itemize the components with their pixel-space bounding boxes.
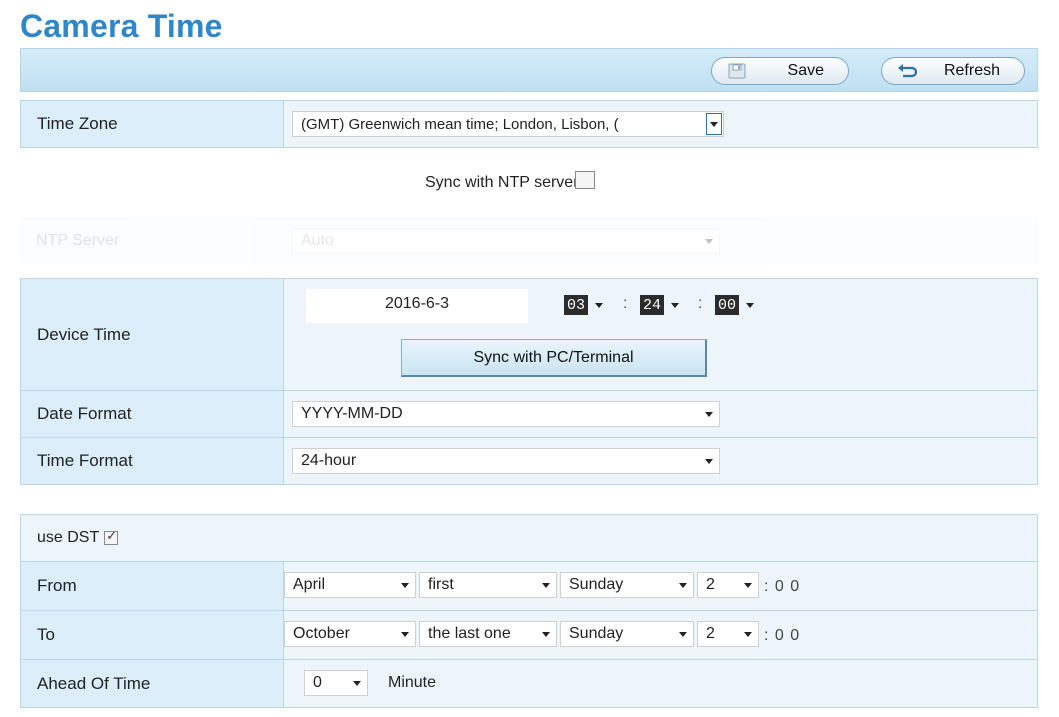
chevron-down-icon	[353, 681, 361, 686]
time-zone-row: Time Zone (GMT) Greenwich mean time; Lon…	[21, 101, 1037, 147]
time-zone-select[interactable]: (GMT) Greenwich mean time; London, Lisbo…	[292, 111, 724, 137]
chevron-down-icon	[744, 583, 752, 588]
minute-stepper[interactable]: 24	[640, 293, 680, 317]
chevron-down-icon	[744, 632, 752, 637]
dst-to-label: To	[21, 611, 284, 659]
toolbar: Save Refresh	[20, 48, 1038, 92]
chevron-down-icon	[746, 302, 755, 308]
from-month-select[interactable]: April	[284, 572, 416, 598]
device-time-row: Device Time 2016-6-3 03 : 24 : 00 Sync w…	[21, 279, 1037, 390]
time-format-label: Time Format	[21, 438, 284, 484]
device-time-value-cell: 2016-6-3 03 : 24 : 00 Sync with PC/Termi…	[284, 279, 1037, 390]
time-colon: :	[623, 295, 628, 312]
chevron-down-icon	[595, 302, 604, 308]
refresh-label: Refresh	[943, 62, 1000, 79]
time-zone-label: Time Zone	[21, 101, 284, 147]
ntp-sync-checkbox[interactable]	[574, 171, 595, 189]
from-minute-suffix: : 0 0	[764, 578, 801, 595]
date-value: 2016-6-3	[384, 295, 450, 312]
date-input[interactable]: 2016-6-3	[306, 289, 528, 323]
second-stepper[interactable]: 00	[715, 293, 755, 317]
chevron-down-icon	[679, 583, 687, 588]
to-week-value: the last one	[428, 625, 511, 642]
refresh-button[interactable]: Refresh	[881, 57, 1025, 85]
dst-from-row: From April first Sunday 2 : 0 0	[21, 561, 1037, 610]
ntp-sync-label: Sync with NTP server	[425, 174, 579, 191]
to-month-value: October	[293, 625, 350, 642]
dst-to-row: To October the last one Sunday 2 : 0 0	[21, 610, 1037, 659]
sync-pc-button[interactable]: Sync with PC/Terminal	[401, 339, 707, 377]
save-button[interactable]: Save	[711, 57, 849, 85]
hour-value: 03	[564, 295, 589, 315]
page-title: Camera Time	[20, 8, 223, 44]
ahead-of-time-value-cell: 0 Minute	[284, 660, 1037, 707]
chevron-down-icon	[705, 239, 713, 244]
ntp-sync-row: Sync with NTP server	[425, 171, 595, 192]
date-format-value-cell: YYYY-MM-DD	[284, 391, 1037, 437]
time-colon: :	[698, 295, 703, 312]
ahead-minutes-value: 0	[313, 674, 322, 691]
dst-section: use DST From April first Sunday 2 : 0 0	[20, 514, 1038, 708]
time-format-value: 24-hour	[301, 452, 357, 469]
chevron-down-icon	[705, 412, 713, 417]
to-day-select[interactable]: Sunday	[560, 621, 694, 647]
use-dst-checkbox[interactable]	[104, 529, 119, 545]
from-month-value: April	[293, 576, 326, 593]
time-zone-value: (GMT) Greenwich mean time; London, Lisbo…	[301, 115, 619, 133]
to-hour-select[interactable]: 2	[697, 621, 759, 647]
from-week-value: first	[428, 576, 454, 593]
ahead-minutes-select[interactable]: 0	[304, 670, 368, 696]
ahead-of-time-label: Ahead Of Time	[21, 660, 284, 707]
to-minute-suffix: : 0 0	[764, 627, 801, 644]
minute-value: 24	[640, 295, 665, 315]
from-day-select[interactable]: Sunday	[560, 572, 694, 598]
ntp-server-row: NTP Server Auto	[20, 217, 1038, 265]
time-format-value-cell: 24-hour	[284, 438, 1037, 484]
dst-to-value-cell: October the last one Sunday 2 : 0 0	[284, 611, 1037, 659]
dst-from-label: From	[21, 562, 284, 610]
second-value: 00	[715, 295, 740, 315]
from-week-select[interactable]: first	[419, 572, 557, 598]
refresh-arrow-icon	[896, 62, 918, 80]
ntp-server-value: Auto	[301, 232, 334, 249]
ahead-of-time-row: Ahead Of Time 0 Minute	[21, 659, 1037, 707]
from-hour-select[interactable]: 2	[697, 572, 759, 598]
time-zone-value-cell: (GMT) Greenwich mean time; London, Lisbo…	[284, 101, 1037, 147]
to-week-select[interactable]: the last one	[419, 621, 557, 647]
ahead-unit-label: Minute	[388, 674, 437, 691]
date-format-row: Date Format YYYY-MM-DD	[21, 390, 1037, 437]
chevron-down-icon	[705, 459, 713, 464]
save-label: Save	[787, 62, 824, 79]
time-zone-section: Time Zone (GMT) Greenwich mean time; Lon…	[20, 100, 1038, 148]
from-day-value: Sunday	[569, 576, 624, 593]
chevron-down-icon	[671, 302, 680, 308]
chevron-down-icon	[706, 113, 722, 135]
chevron-down-icon	[401, 583, 409, 588]
hour-stepper[interactable]: 03	[564, 293, 604, 317]
to-day-value: Sunday	[569, 625, 624, 642]
dst-from-value-cell: April first Sunday 2 : 0 0	[284, 562, 1037, 610]
use-dst-label: use DST	[37, 529, 100, 546]
to-hour-value: 2	[706, 625, 715, 642]
floppy-disk-icon	[726, 62, 748, 80]
ntp-server-select[interactable]: Auto	[292, 228, 720, 254]
to-month-select[interactable]: October	[284, 621, 416, 647]
chevron-down-icon	[679, 632, 687, 637]
ntp-server-label: NTP Server	[36, 232, 120, 249]
time-format-select[interactable]: 24-hour	[292, 448, 720, 474]
use-dst-row: use DST	[21, 515, 1037, 561]
date-format-select[interactable]: YYYY-MM-DD	[292, 401, 720, 427]
chevron-down-icon	[542, 632, 550, 637]
device-time-section: Device Time 2016-6-3 03 : 24 : 00 Sync w…	[20, 278, 1038, 485]
date-format-value: YYYY-MM-DD	[301, 405, 403, 422]
from-hour-value: 2	[706, 576, 715, 593]
device-time-label: Device Time	[21, 279, 284, 390]
date-format-label: Date Format	[21, 391, 284, 437]
chevron-down-icon	[401, 632, 409, 637]
time-format-row: Time Format 24-hour	[21, 437, 1037, 484]
chevron-down-icon	[542, 583, 550, 588]
